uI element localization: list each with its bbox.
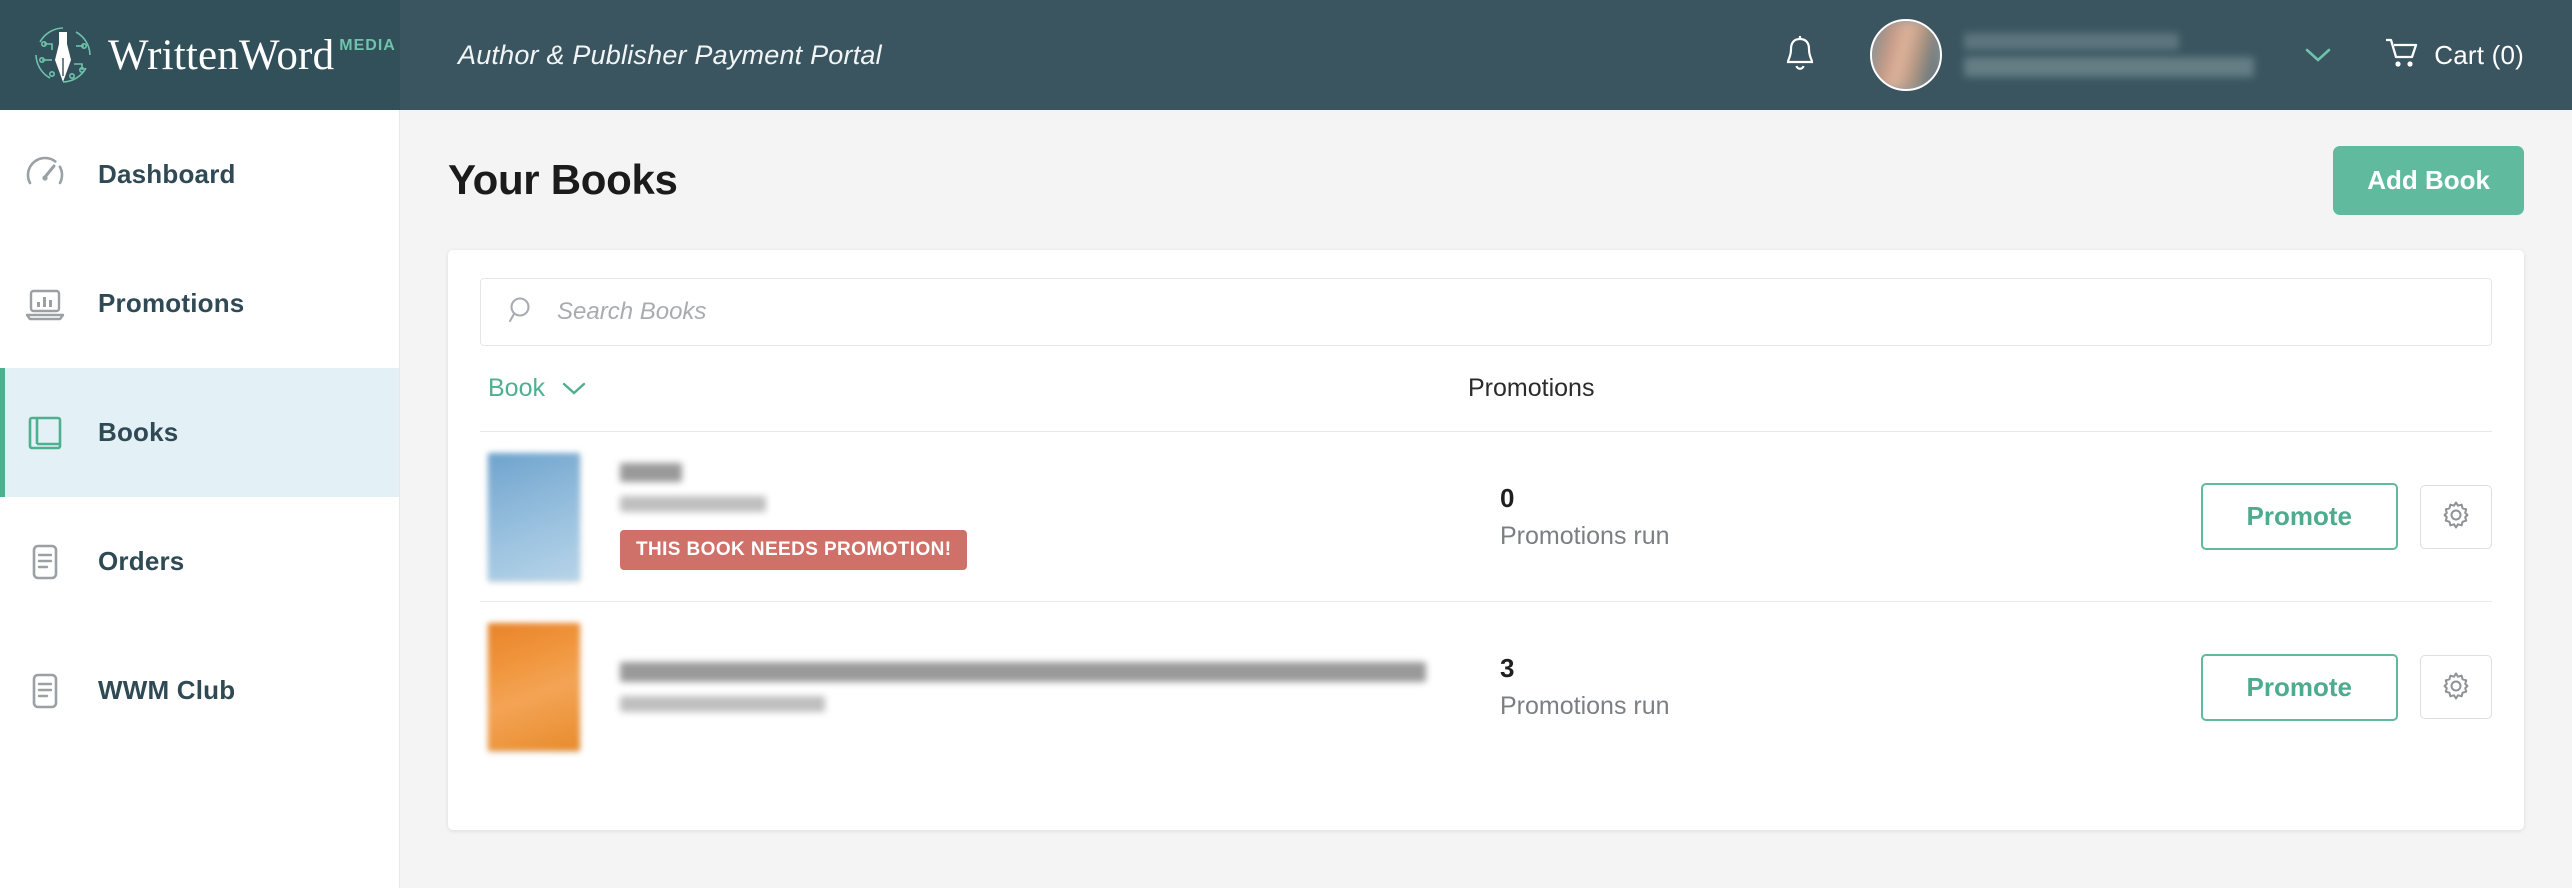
brand-wordmark: WrittenWord [108, 31, 335, 79]
promotions-run-label: Promotions run [1500, 692, 1670, 720]
cart-button[interactable]: Cart (0) [2384, 37, 2524, 74]
book-cover-thumbnail[interactable] [488, 452, 580, 581]
sidebar-item-label: Promotions [98, 288, 245, 318]
portal-title: Author & Publisher Payment Portal [458, 39, 882, 70]
books-card: Book Promotions THIS BOOK NEEDS PROMOTIO… [448, 250, 2524, 830]
sidebar-item-label: Orders [98, 546, 185, 576]
gauge-icon [22, 152, 68, 198]
promotions-run-label: Promotions run [1500, 521, 1670, 550]
document-icon [22, 539, 68, 585]
book-author-redacted [620, 696, 825, 712]
search-icon [507, 295, 537, 330]
page-title: Your Books [448, 156, 678, 203]
book-title-redacted [620, 463, 682, 482]
row-actions: Promote [2200, 653, 2492, 721]
promote-button[interactable]: Promote [2200, 483, 2398, 550]
sidebar-item-dashboard[interactable]: Dashboard [0, 110, 399, 239]
sidebar-item-books[interactable]: Books [0, 368, 399, 497]
pen-nib-circuit-logo-icon [32, 24, 94, 86]
user-identity-block[interactable] [1964, 33, 2264, 77]
chevron-down-icon[interactable] [2298, 35, 2338, 75]
gear-icon [2441, 500, 2471, 533]
user-email-redacted [1964, 57, 2255, 77]
promotions-cell: 0 Promotions run [1500, 483, 1970, 551]
book-info: THIS BOOK NEEDS PROMOTION! [620, 463, 1470, 570]
brand-logo[interactable]: WrittenWord MEDIA [0, 0, 400, 110]
table-row[interactable]: 3 Promotions run Promote [480, 602, 2492, 772]
notification-bell-icon[interactable] [1774, 29, 1826, 81]
main-content: Your Books Add Book Book Promo [400, 110, 2572, 888]
promote-button[interactable]: Promote [2200, 653, 2398, 721]
book-settings-button[interactable] [2420, 484, 2492, 549]
needs-promotion-badge: THIS BOOK NEEDS PROMOTION! [620, 530, 968, 570]
sidebar-nav: Dashboard Promotions Books Orders WWM Cl… [0, 110, 400, 888]
brand-media-tag: MEDIA [339, 36, 396, 54]
book-author-redacted [620, 496, 766, 512]
search-bar[interactable] [480, 278, 2492, 346]
book-cover-thumbnail[interactable] [488, 623, 580, 751]
laptop-chart-icon [22, 281, 68, 327]
shopping-cart-icon [2384, 37, 2420, 74]
column-header-book-label: Book [488, 374, 545, 402]
top-header-bar: WrittenWord MEDIA Author & Publisher Pay… [0, 0, 2572, 110]
page-header: Your Books Add Book [448, 110, 2524, 250]
gear-icon [2441, 671, 2471, 704]
book-title-redacted [620, 662, 1426, 682]
book-settings-button[interactable] [2420, 655, 2492, 719]
table-header-row: Book Promotions [480, 346, 2492, 432]
row-actions: Promote [2200, 483, 2492, 550]
header-right-cluster: Cart (0) [1774, 19, 2572, 91]
search-input[interactable] [557, 298, 2465, 326]
add-book-button[interactable]: Add Book [2333, 145, 2524, 215]
promotions-count: 3 [1500, 653, 1515, 683]
sidebar-item-orders[interactable]: Orders [0, 497, 399, 626]
column-header-promotions: Promotions [1468, 374, 1595, 402]
chevron-down-icon [561, 374, 587, 403]
user-avatar[interactable] [1870, 19, 1943, 91]
avatar-image [1872, 21, 1941, 89]
book-icon [22, 410, 68, 456]
sidebar-item-wwm-club[interactable]: WWM Club [0, 626, 399, 755]
sidebar-item-label: Dashboard [98, 159, 236, 189]
user-name-redacted [1964, 33, 2180, 50]
sidebar-item-label: Books [98, 417, 179, 447]
sidebar-item-label: WWM Club [98, 675, 236, 705]
document-icon [22, 668, 68, 714]
table-row[interactable]: THIS BOOK NEEDS PROMOTION! 0 Promotions … [480, 432, 2492, 602]
sidebar-item-promotions[interactable]: Promotions [0, 239, 399, 368]
column-header-book[interactable]: Book [488, 374, 1468, 403]
cart-label: Cart (0) [2434, 39, 2524, 70]
promotions-cell: 3 Promotions run [1500, 653, 1970, 721]
book-info [620, 662, 1470, 712]
promotions-count: 0 [1500, 482, 1515, 513]
